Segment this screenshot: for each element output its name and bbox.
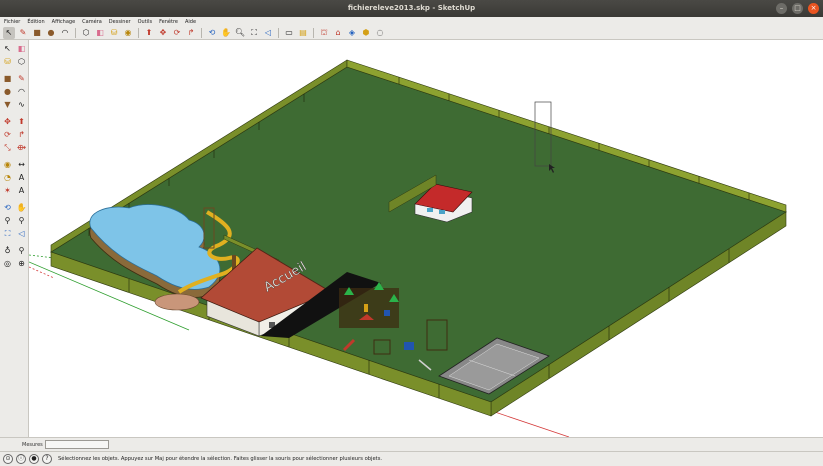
look-around-icon[interactable]: ◎ (1, 258, 14, 270)
follow-me-icon[interactable]: ↱ (15, 129, 28, 141)
walk-icon[interactable]: ⚲ (15, 245, 28, 257)
tape-measure-icon[interactable]: ◉ (1, 159, 14, 171)
rotate-icon[interactable]: ⟳ (171, 27, 183, 39)
status-bar: ⊙ ⓘ ● ? Sélectionnez les objets. Appuyez… (0, 451, 823, 466)
maximize-icon[interactable]: □ (792, 3, 803, 14)
paint-bucket-icon[interactable]: ⛁ (1, 56, 14, 68)
3d-warehouse-icon[interactable]: ⌂ (332, 27, 344, 39)
title-bar: fichiereleve2013.skp - SketchUp – □ × (0, 0, 823, 17)
measures-input[interactable] (45, 440, 109, 449)
eraser-icon[interactable]: ◧ (15, 43, 28, 55)
drawing-viewport[interactable]: Accueil (29, 40, 823, 437)
measures-label: Mesures (22, 442, 43, 448)
3d-text-icon[interactable]: A (15, 185, 28, 197)
menu-fichier[interactable]: Fichier (4, 19, 20, 25)
zoom-window-icon[interactable]: ⚲ (15, 215, 28, 227)
window-title: fichiereleve2013.skp - SketchUp (347, 4, 476, 12)
scene-canvas: Accueil (29, 59, 787, 437)
share-model-icon[interactable]: ⛫ (318, 27, 330, 39)
toolbar-separator (138, 27, 139, 38)
extension-warehouse-icon[interactable]: ◈ (346, 27, 358, 39)
push-pull-icon[interactable]: ⬆ (143, 27, 155, 39)
pan-icon[interactable]: ✋ (15, 202, 28, 214)
zoom-extents-icon[interactable]: ⛶ (1, 228, 14, 240)
menu-edition[interactable]: Édition (27, 19, 44, 25)
style-builder-icon[interactable]: ◌ (374, 27, 386, 39)
eraser-icon[interactable]: ◧ (94, 27, 106, 39)
arc-icon[interactable]: ◠ (59, 27, 71, 39)
toolbar-separator (201, 27, 202, 38)
orbit-icon[interactable]: ⟲ (206, 27, 218, 39)
rectangle-icon[interactable]: ■ (1, 73, 14, 85)
select-icon[interactable]: ↖ (1, 43, 14, 55)
measures-bar: Mesures (0, 437, 823, 451)
rectangle-icon[interactable]: ■ (31, 27, 43, 39)
credits-icon[interactable]: ⓘ (16, 454, 26, 464)
close-icon[interactable]: × (808, 3, 819, 14)
circle-icon[interactable]: ● (1, 86, 14, 98)
dimension-icon[interactable]: ↔ (15, 159, 28, 171)
toolbar-separator (278, 27, 279, 38)
pencil-icon[interactable]: ✎ (17, 27, 29, 39)
pan-icon[interactable]: ✋ (220, 27, 232, 39)
offset-icon[interactable]: ⟴ (15, 142, 28, 154)
move-icon[interactable]: ✥ (1, 116, 14, 128)
geolocation-icon[interactable]: ⊙ (3, 454, 13, 464)
menu-camera[interactable]: Caméra (82, 19, 102, 25)
section-plane-icon[interactable]: ⊕ (15, 258, 28, 270)
orbit-icon[interactable]: ⟲ (1, 202, 14, 214)
toolbar-separator (75, 27, 76, 38)
zoom-extents-icon[interactable]: ⛶ (248, 27, 260, 39)
protractor-icon[interactable]: ◔ (1, 172, 14, 184)
menu-affichage[interactable]: Affichage (52, 19, 76, 25)
make-component-icon[interactable]: ⬡ (15, 56, 28, 68)
main-toolbar: ↖ ✎ ■ ● ◠ ⬡ ◧ ⛁ ◉ ⬆ ✥ ⟳ ↱ ⟲ ✋ 🔍︎ ⛶ ◁ ▭ ▤… (0, 26, 823, 40)
left-tool-palette: ↖ ◧ ⛁ ⬡ ■ ✎ ● ◠ ▼ ∿ ✥ ⬆ ⟳ ↱ ⤡ ⟴ ◉ ↔ ◔ A … (0, 40, 29, 437)
arc-icon[interactable]: ◠ (15, 86, 28, 98)
help-icon[interactable]: ? (42, 454, 52, 464)
paint-bucket-icon[interactable]: ⛁ (108, 27, 120, 39)
status-message: Sélectionnez les objets. Appuyez sur Maj… (58, 456, 383, 462)
circle-icon[interactable]: ● (45, 27, 57, 39)
follow-me-icon[interactable]: ↱ (185, 27, 197, 39)
toolbar-separator (313, 27, 314, 38)
get-models-icon[interactable]: ▤ (297, 27, 309, 39)
menu-aide[interactable]: Aide (185, 19, 196, 25)
menu-dessiner[interactable]: Dessiner (109, 19, 131, 25)
menu-fenetre[interactable]: Fenêtre (159, 19, 178, 25)
scale-icon[interactable]: ⤡ (1, 142, 14, 154)
axes-icon[interactable]: ✶ (1, 185, 14, 197)
user-icon[interactable]: ● (29, 454, 39, 464)
zoom-icon[interactable]: ⚲ (1, 215, 14, 227)
red-axis (488, 409, 570, 437)
line-icon[interactable]: ✎ (15, 73, 28, 85)
select-icon[interactable]: ↖ (3, 26, 15, 39)
previous-view-icon[interactable]: ◁ (262, 27, 274, 39)
previous-view-icon[interactable]: ◁ (15, 228, 28, 240)
menu-bar: Fichier Édition Affichage Caméra Dessine… (0, 17, 823, 26)
push-pull-icon[interactable]: ⬆ (15, 116, 28, 128)
freehand-icon[interactable]: ∿ (15, 99, 28, 111)
red-axis-dashed (29, 266, 55, 279)
move-icon[interactable]: ✥ (157, 27, 169, 39)
position-camera-icon[interactable]: ♁ (1, 245, 14, 257)
top-view-icon[interactable]: ▭ (283, 27, 295, 39)
make-component-icon[interactable]: ⬡ (80, 27, 92, 39)
menu-outils[interactable]: Outils (138, 19, 152, 25)
minimize-icon[interactable]: – (776, 3, 787, 14)
tape-measure-icon[interactable]: ◉ (122, 27, 134, 39)
zoom-icon[interactable]: 🔍︎ (234, 27, 246, 39)
polygon-icon[interactable]: ▼ (1, 99, 14, 111)
text-icon[interactable]: A (15, 172, 28, 184)
rotate-icon[interactable]: ⟳ (1, 129, 14, 141)
layout-icon[interactable]: ⬢ (360, 27, 372, 39)
